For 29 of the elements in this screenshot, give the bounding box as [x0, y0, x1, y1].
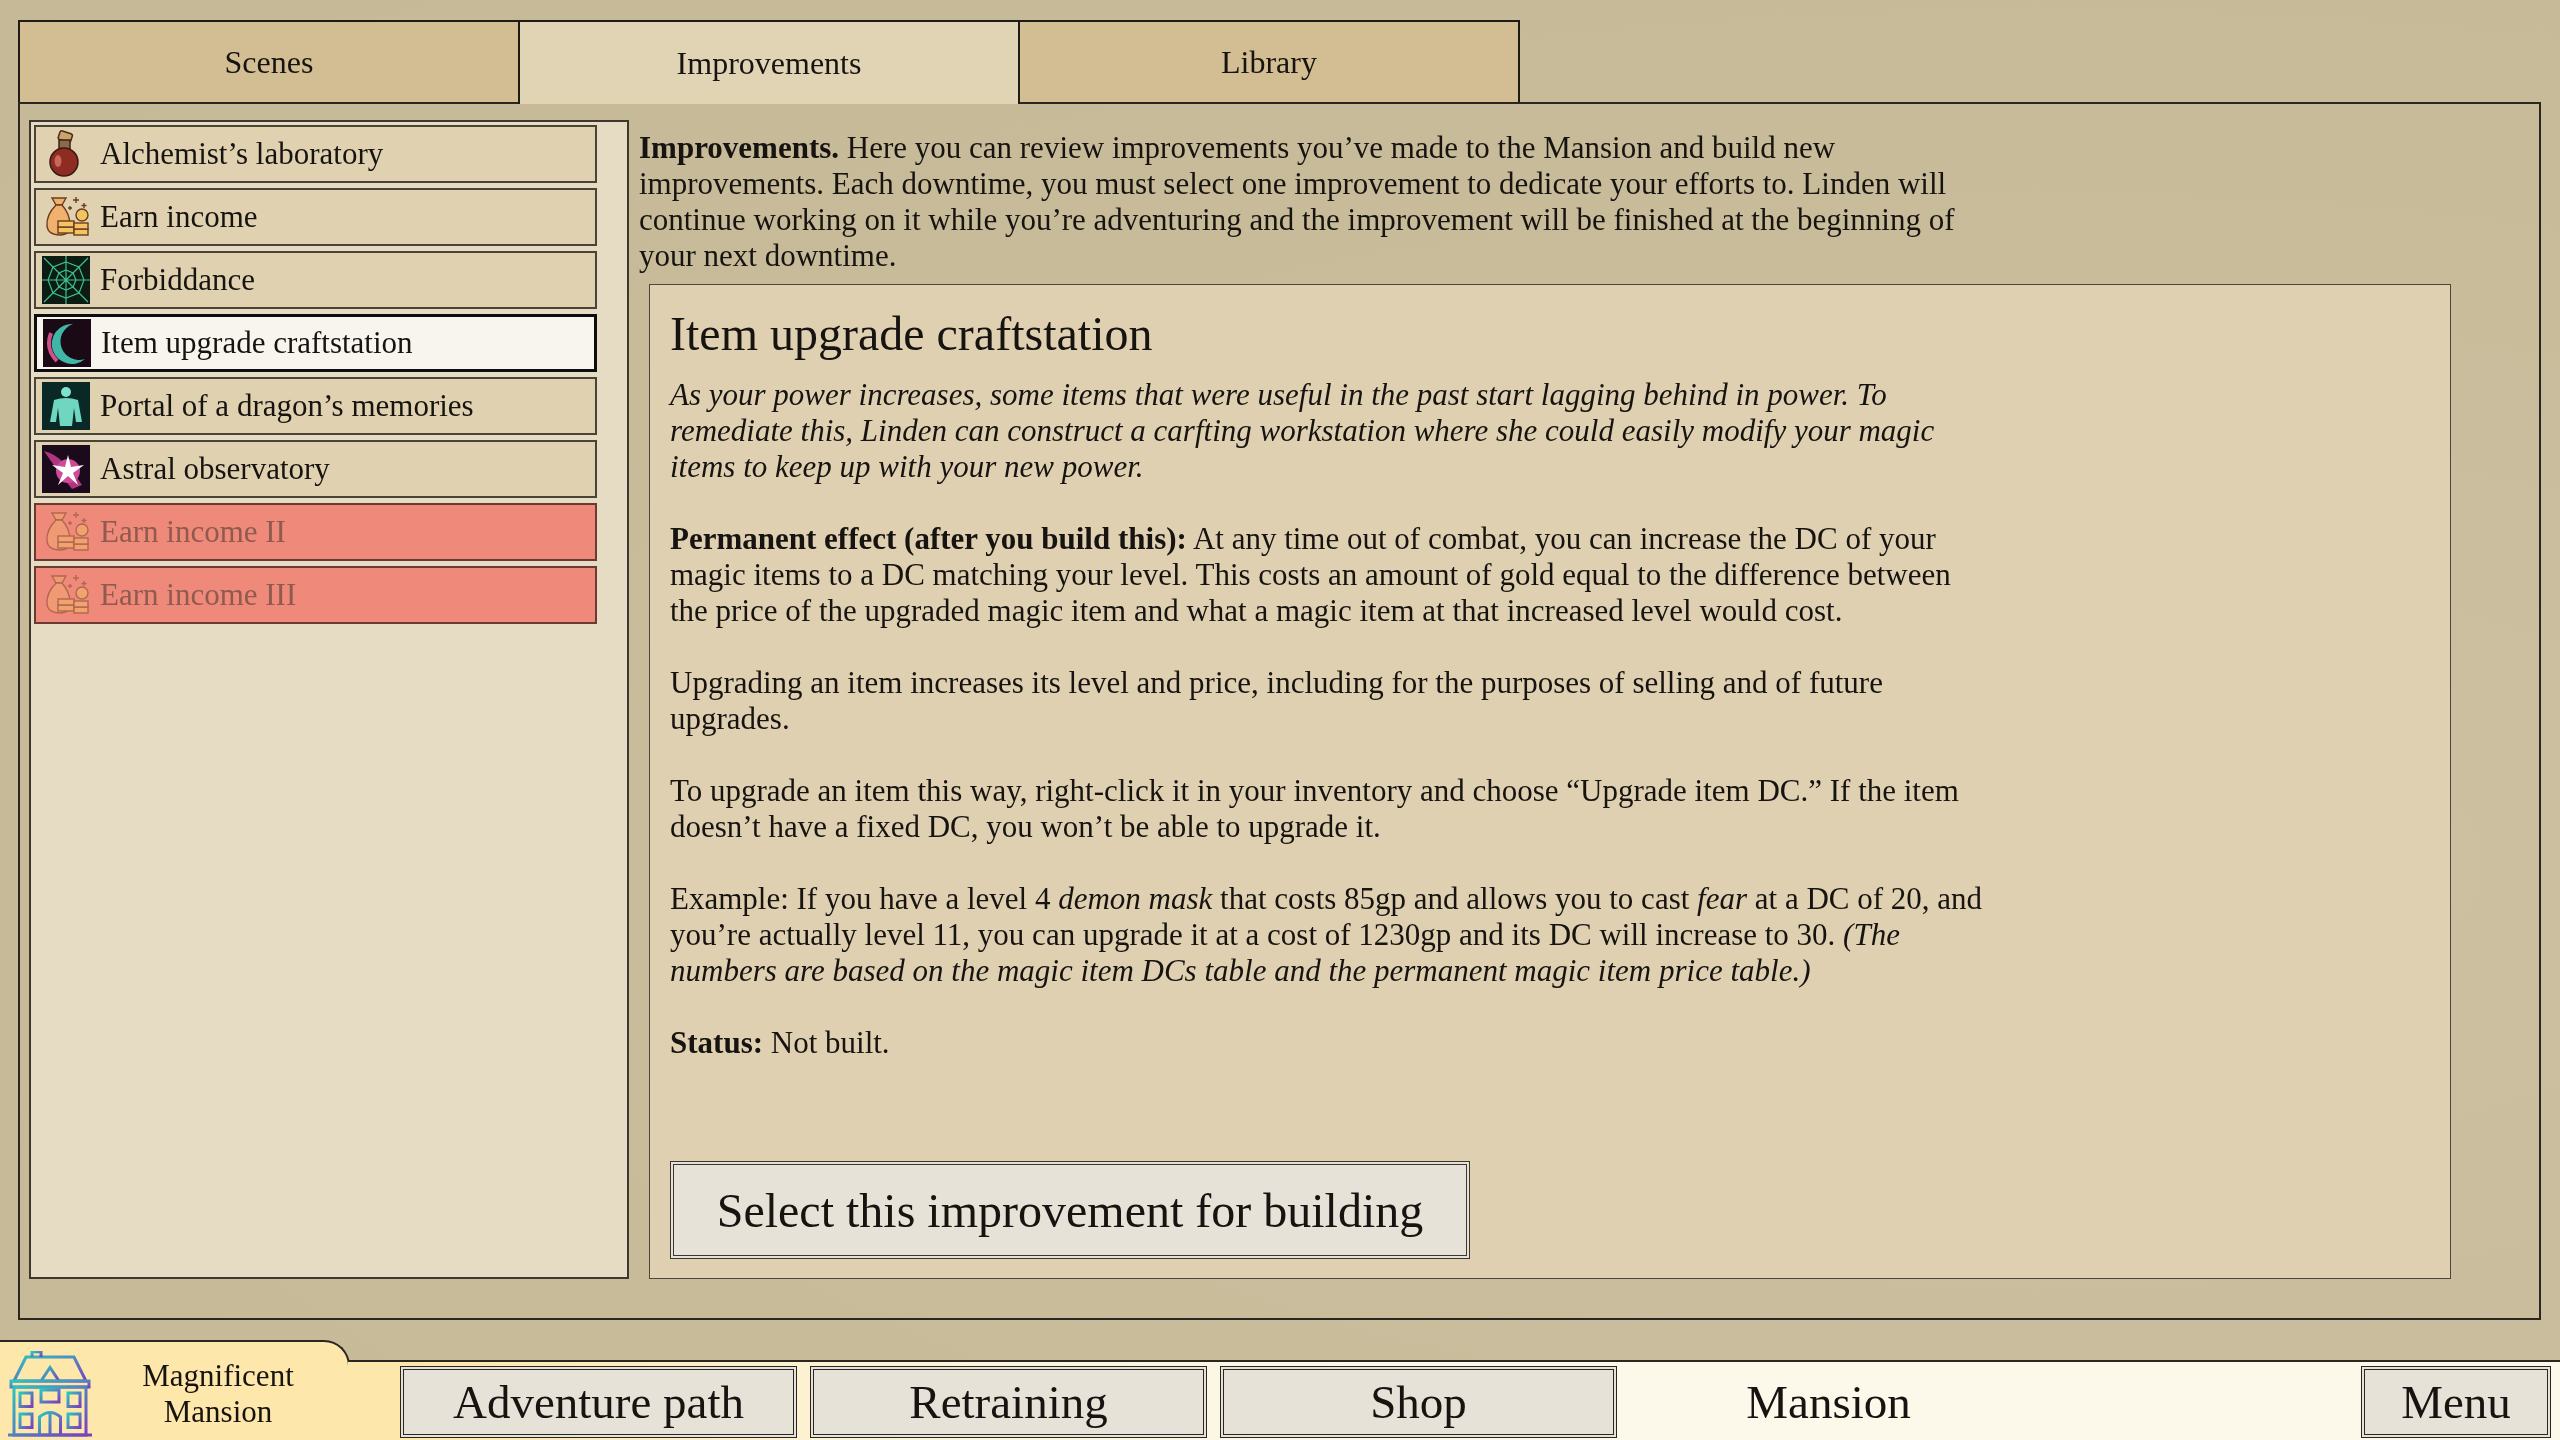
description-text: Example: If you have a level 4 demon mask that costs 85gp and allows you to cast fear at a DC of 20, and you’re actually level 11, you can upgrade it at a cost of 1230gp and its DC will increase to 30. (The numbers are based on the magic item DCs table and the permanent magic item price table.): [670, 880, 1984, 989]
crescent-icon: [43, 319, 91, 367]
nav-button[interactable]: Retraining: [810, 1366, 1207, 1438]
improvement-item[interactable]: Alchemist’s laboratory: [34, 125, 597, 183]
improvement-item[interactable]: Earn income: [34, 188, 597, 246]
menu-button[interactable]: Menu: [2361, 1366, 2551, 1438]
improvement-item[interactable]: Portal of a dragon’s memories: [34, 377, 597, 435]
tab[interactable]: Improvements: [518, 20, 1020, 104]
intro-text: Improvements. Here you can review improvements you’ve made to the Mansion and build new improvements. Each downtime, you must select one improvement to dedicate your efforts to. Linden will continue working on it while you’re adventuring and the improvement will be finished at the beginning of your next downtime.: [639, 130, 1956, 274]
nav-button[interactable]: Mansion: [1630, 1366, 2027, 1438]
description-text: Upgrading an item increases its level and price, including for the purposes of selling and of future upgrades.: [670, 664, 1884, 737]
description-text: To upgrade an item this way, right-click it in your inventory and choose “Upgrade item DC.” If the item doesn’t have a fixed DC, you won’t be able to upgrade it.: [670, 772, 1960, 845]
tab[interactable]: Scenes: [18, 20, 520, 102]
web-icon: [42, 256, 90, 304]
house-icon: [5, 1350, 95, 1438]
detail-title: Item upgrade craftstation: [670, 306, 1153, 362]
starburst-icon: [42, 445, 90, 493]
nav-button[interactable]: Shop: [1220, 1366, 1617, 1438]
tab[interactable]: Library: [1018, 20, 1520, 102]
improvement-item[interactable]: Item upgrade craftstation: [34, 314, 597, 372]
nav-button[interactable]: Adventure path: [400, 1366, 797, 1438]
select-button[interactable]: Select this improvement for building: [670, 1161, 1470, 1259]
flavor-text: As your power increases, some items that were useful in the past start lagging behind in power. To remediate this, Linden can construct a carfting workstation where she could easily modify your magic items to keep up with your new power.: [670, 376, 1936, 485]
improvement-item[interactable]: Forbiddance: [34, 251, 597, 309]
silhouette-icon: [42, 382, 90, 430]
logo-text: Magnificent Mansion: [141, 1358, 295, 1430]
improvement-item[interactable]: Astral observatory: [34, 440, 597, 498]
description-text: Permanent effect (after you build this): At any time out of combat, you can increase the DC of your magic items to a DC matching your level. This costs an amount of gold equal to the difference between the price of the upgraded magic item and what a magic item at that increased level would cost.: [670, 520, 1952, 629]
description-text: Status: Not built.: [670, 1024, 890, 1061]
